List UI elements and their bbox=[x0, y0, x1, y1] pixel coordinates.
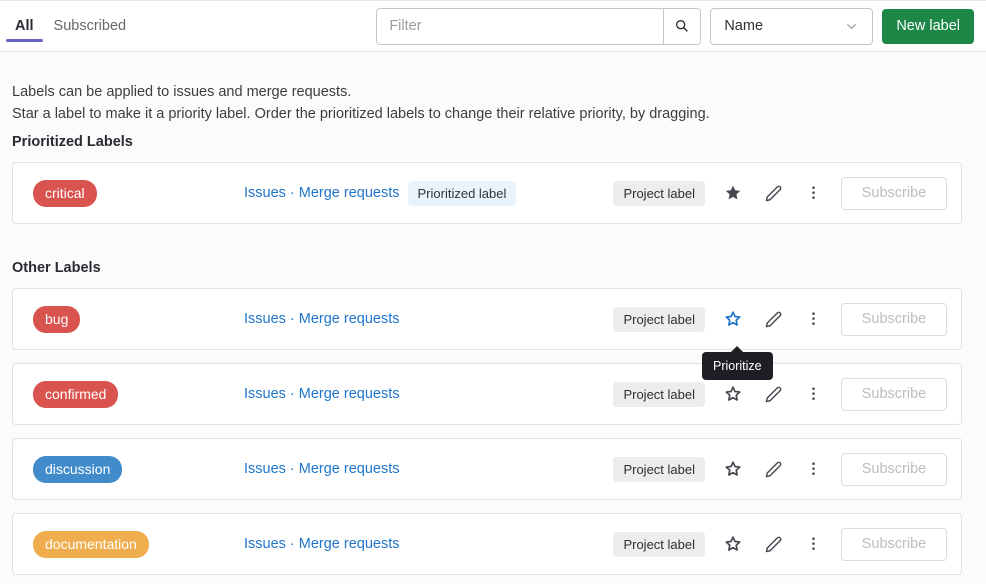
label-badge-confirmed[interactable]: confirmed bbox=[33, 381, 118, 408]
pencil-icon[interactable] bbox=[761, 181, 785, 205]
row-actions: Project label Subscribe bbox=[613, 303, 947, 336]
description-line-2: Star a label to make it a priority label… bbox=[12, 106, 710, 122]
filter-group bbox=[376, 8, 701, 45]
kebab-menu-icon[interactable] bbox=[801, 532, 825, 556]
subscribe-button[interactable]: Subscribe bbox=[841, 378, 947, 411]
link-separator: · bbox=[290, 386, 295, 402]
merge-requests-link[interactable]: Merge requests bbox=[299, 386, 400, 402]
kebab-menu-icon[interactable] bbox=[801, 181, 825, 205]
label-badge-documentation[interactable]: documentation bbox=[33, 531, 149, 558]
project-label-badge: Project label bbox=[613, 532, 705, 557]
issues-link[interactable]: Issues bbox=[244, 311, 286, 327]
subscribe-button[interactable]: Subscribe bbox=[841, 177, 947, 210]
merge-requests-link[interactable]: Merge requests bbox=[299, 536, 400, 552]
label-links: Issues·Merge requests bbox=[244, 386, 400, 402]
label-row-critical: critical Issues·Merge requests Prioritiz… bbox=[12, 162, 962, 224]
label-badge-discussion[interactable]: discussion bbox=[33, 456, 122, 483]
label-row-confirmed: confirmed Issues·Merge requests Project … bbox=[12, 363, 962, 425]
filter-input[interactable] bbox=[377, 9, 663, 44]
label-row-bug: bug Issues·Merge requests Project label … bbox=[12, 288, 962, 350]
row-actions: Project label Subscribe bbox=[613, 378, 947, 411]
row-actions: Project label Subscribe bbox=[613, 177, 947, 210]
other-labels-heading: Other Labels bbox=[12, 260, 962, 276]
tab-all-label: All bbox=[15, 18, 34, 34]
new-label-button[interactable]: New label bbox=[882, 9, 974, 44]
row-actions: Project label Subscribe bbox=[613, 528, 947, 561]
row-actions: Project label Subscribe bbox=[613, 453, 947, 486]
star-icon[interactable] bbox=[721, 532, 745, 556]
header-controls: Name New label bbox=[376, 8, 974, 45]
label-links: Issues·Merge requests bbox=[244, 185, 400, 201]
pencil-icon[interactable] bbox=[761, 457, 785, 481]
merge-requests-link[interactable]: Merge requests bbox=[299, 311, 400, 327]
merge-requests-link[interactable]: Merge requests bbox=[299, 461, 400, 477]
label-links: Issues·Merge requests bbox=[244, 311, 400, 327]
tab-subscribed[interactable]: Subscribed bbox=[44, 1, 137, 51]
search-icon bbox=[674, 18, 690, 34]
prioritized-label-badge: Prioritized label bbox=[408, 181, 517, 206]
subscribe-button[interactable]: Subscribe bbox=[841, 303, 947, 336]
link-separator: · bbox=[290, 461, 295, 477]
link-separator: · bbox=[290, 185, 295, 201]
pencil-icon[interactable] bbox=[761, 532, 785, 556]
project-label-badge: Project label bbox=[613, 382, 705, 407]
labels-content: Labels can be applied to issues and merg… bbox=[0, 52, 986, 584]
description-line-1: Labels can be applied to issues and merg… bbox=[12, 84, 351, 100]
link-separator: · bbox=[290, 311, 295, 327]
prioritized-labels-heading: Prioritized Labels bbox=[12, 134, 962, 150]
label-row-discussion: discussion Issues·Merge requests Project… bbox=[12, 438, 962, 500]
sort-dropdown[interactable]: Name bbox=[710, 8, 873, 45]
label-links: Issues·Merge requests bbox=[244, 461, 400, 477]
label-badge-bug[interactable]: bug bbox=[33, 306, 80, 333]
label-links: Issues·Merge requests bbox=[244, 536, 400, 552]
subscribe-button[interactable]: Subscribe bbox=[841, 528, 947, 561]
prioritize-tooltip: Prioritize bbox=[702, 352, 773, 380]
star-icon[interactable] bbox=[721, 457, 745, 481]
labels-page: All Subscribed Name New labe bbox=[0, 0, 986, 584]
issues-link[interactable]: Issues bbox=[244, 185, 286, 201]
labels-description: Labels can be applied to issues and merg… bbox=[12, 52, 962, 125]
issues-link[interactable]: Issues bbox=[244, 536, 286, 552]
star-icon[interactable] bbox=[721, 181, 745, 205]
issues-link[interactable]: Issues bbox=[244, 461, 286, 477]
star-icon[interactable] bbox=[721, 382, 745, 406]
search-button[interactable] bbox=[663, 9, 700, 44]
project-label-badge: Project label bbox=[613, 307, 705, 332]
star-icon[interactable] bbox=[721, 307, 745, 331]
subscribe-button[interactable]: Subscribe bbox=[841, 453, 947, 486]
chevron-down-icon bbox=[844, 19, 859, 34]
pencil-icon[interactable] bbox=[761, 307, 785, 331]
project-label-badge: Project label bbox=[613, 181, 705, 206]
pencil-icon[interactable] bbox=[761, 382, 785, 406]
project-label-badge: Project label bbox=[613, 457, 705, 482]
label-tabs: All Subscribed bbox=[5, 1, 136, 51]
label-badge-critical[interactable]: critical bbox=[33, 180, 97, 207]
issues-link[interactable]: Issues bbox=[244, 386, 286, 402]
tab-all[interactable]: All bbox=[5, 1, 44, 51]
labels-header: All Subscribed Name New labe bbox=[0, 0, 986, 52]
tab-subscribed-label: Subscribed bbox=[54, 18, 127, 34]
merge-requests-link[interactable]: Merge requests bbox=[299, 185, 400, 201]
link-separator: · bbox=[290, 536, 295, 552]
sort-dropdown-value: Name bbox=[724, 18, 763, 34]
kebab-menu-icon[interactable] bbox=[801, 457, 825, 481]
kebab-menu-icon[interactable] bbox=[801, 307, 825, 331]
label-row-documentation: documentation Issues·Merge requests Proj… bbox=[12, 513, 962, 575]
kebab-menu-icon[interactable] bbox=[801, 382, 825, 406]
